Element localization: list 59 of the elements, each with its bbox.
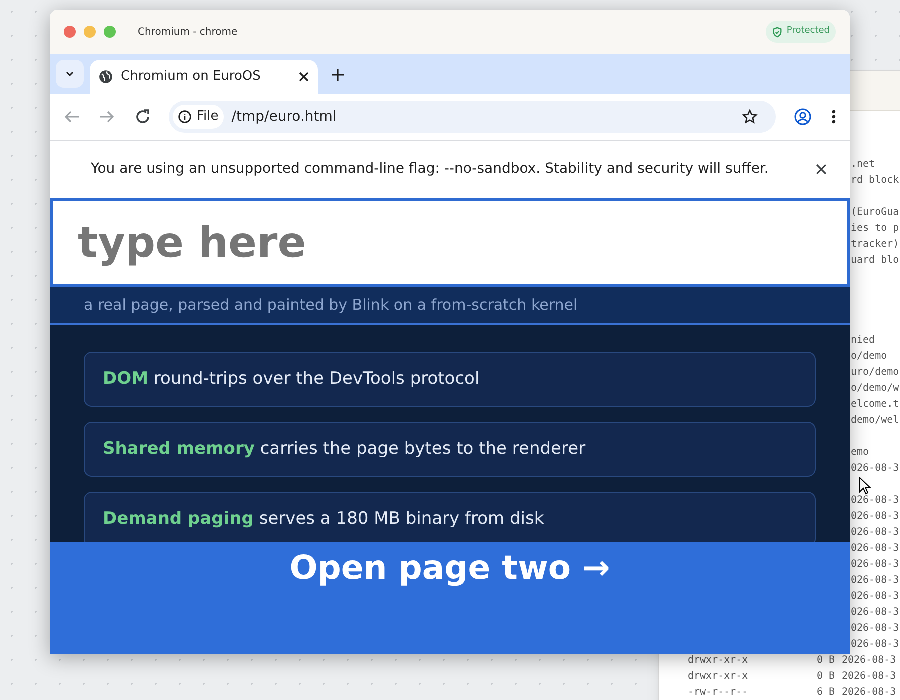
window-title: Chromium - chrome [138,26,238,40]
feature-text: Demand paging serves a 180 MB binary from disk [103,508,544,531]
site-info-chip[interactable]: File [173,105,224,129]
terminal-line: 026-08-3 [851,591,900,602]
feature-text: Shared memory carries the page bytes to the renderer [103,438,586,461]
open-page-button[interactable]: Open page two → [50,542,850,654]
page-subtitle: a real page, parsed and painted by Blink on a from-scratch kernel [84,294,578,316]
terminal-line: 026-08-3 [851,559,900,570]
url-text: /tmp/euro.html [232,108,337,126]
file-size: 0 B [816,654,835,668]
more-menu-icon[interactable] [832,110,836,124]
terminal-line: 026-08-3 [851,623,900,634]
file-permissions: drwxr-xr-x [688,654,750,668]
infobar-message: You are using an unsupported command-line flag: --no-sandbox. Stability and security will suffer. [91,160,769,179]
terminal-line: o/demo [851,351,888,362]
terminal-line: o/demo/w [851,383,900,394]
terminal-line: 026-08-3 [851,463,900,474]
address-bar[interactable]: File /tmp/euro.html [169,101,776,133]
file-permissions: drwxr-xr-x [688,670,750,684]
profile-icon[interactable] [794,108,812,126]
terminal-line: elcome.t [851,399,900,410]
terminal-line: rd block [851,175,900,186]
new-tab-icon[interactable] [332,69,344,81]
feature-text: DOM round-trips over the DevTools protocol [103,368,480,391]
terminal-line: demo/wel [851,415,900,426]
shield-check-icon [772,26,783,38]
terminal-line: 026-08-3 [851,511,900,522]
reload-icon[interactable] [135,109,151,125]
tab-title: Chromium on EuroOS [121,68,261,86]
bookmark-star-icon[interactable] [742,109,758,125]
terminal-line: 026-08-3 [851,607,900,618]
terminal-line: 026-08-3 [851,543,900,554]
terminal-line: tracker) [851,239,900,250]
close-window-icon[interactable] [64,26,76,38]
terminal-line: (EuroGua [851,207,900,218]
terminal-line: 026-08-3 [851,527,900,538]
terminal-line: ies to p [851,223,900,234]
file-date: 2026-08-3 [842,654,896,668]
terminal-line: uro/demo [851,367,900,378]
browser-tab[interactable]: Chromium on EuroOS [90,60,318,94]
terminal-line: emo [851,447,870,458]
terminal-line: uard blo [851,255,900,266]
mouse-cursor-icon [859,477,871,495]
info-icon [178,110,192,124]
file-size: 0 B [816,670,835,684]
terminal-line: 026-08-3 [851,639,900,650]
terminal-line: 026-08-3 [851,495,900,506]
close-tab-icon[interactable] [299,72,309,82]
terminal-line: 026-08-3 [851,575,900,586]
terminal-line: nied [851,335,876,346]
file-date: 2026-08-3 [842,686,896,700]
globe-icon [99,70,113,84]
protected-badge: Protected [766,21,836,43]
terminal-line: .net [851,159,876,170]
file-date: 2026-08-3 [842,670,896,684]
text-input-field[interactable]: type here [50,198,850,287]
file-permissions: -rw-r--r-- [688,686,750,700]
close-icon[interactable] [816,164,827,175]
file-size: 6 B [816,686,835,700]
